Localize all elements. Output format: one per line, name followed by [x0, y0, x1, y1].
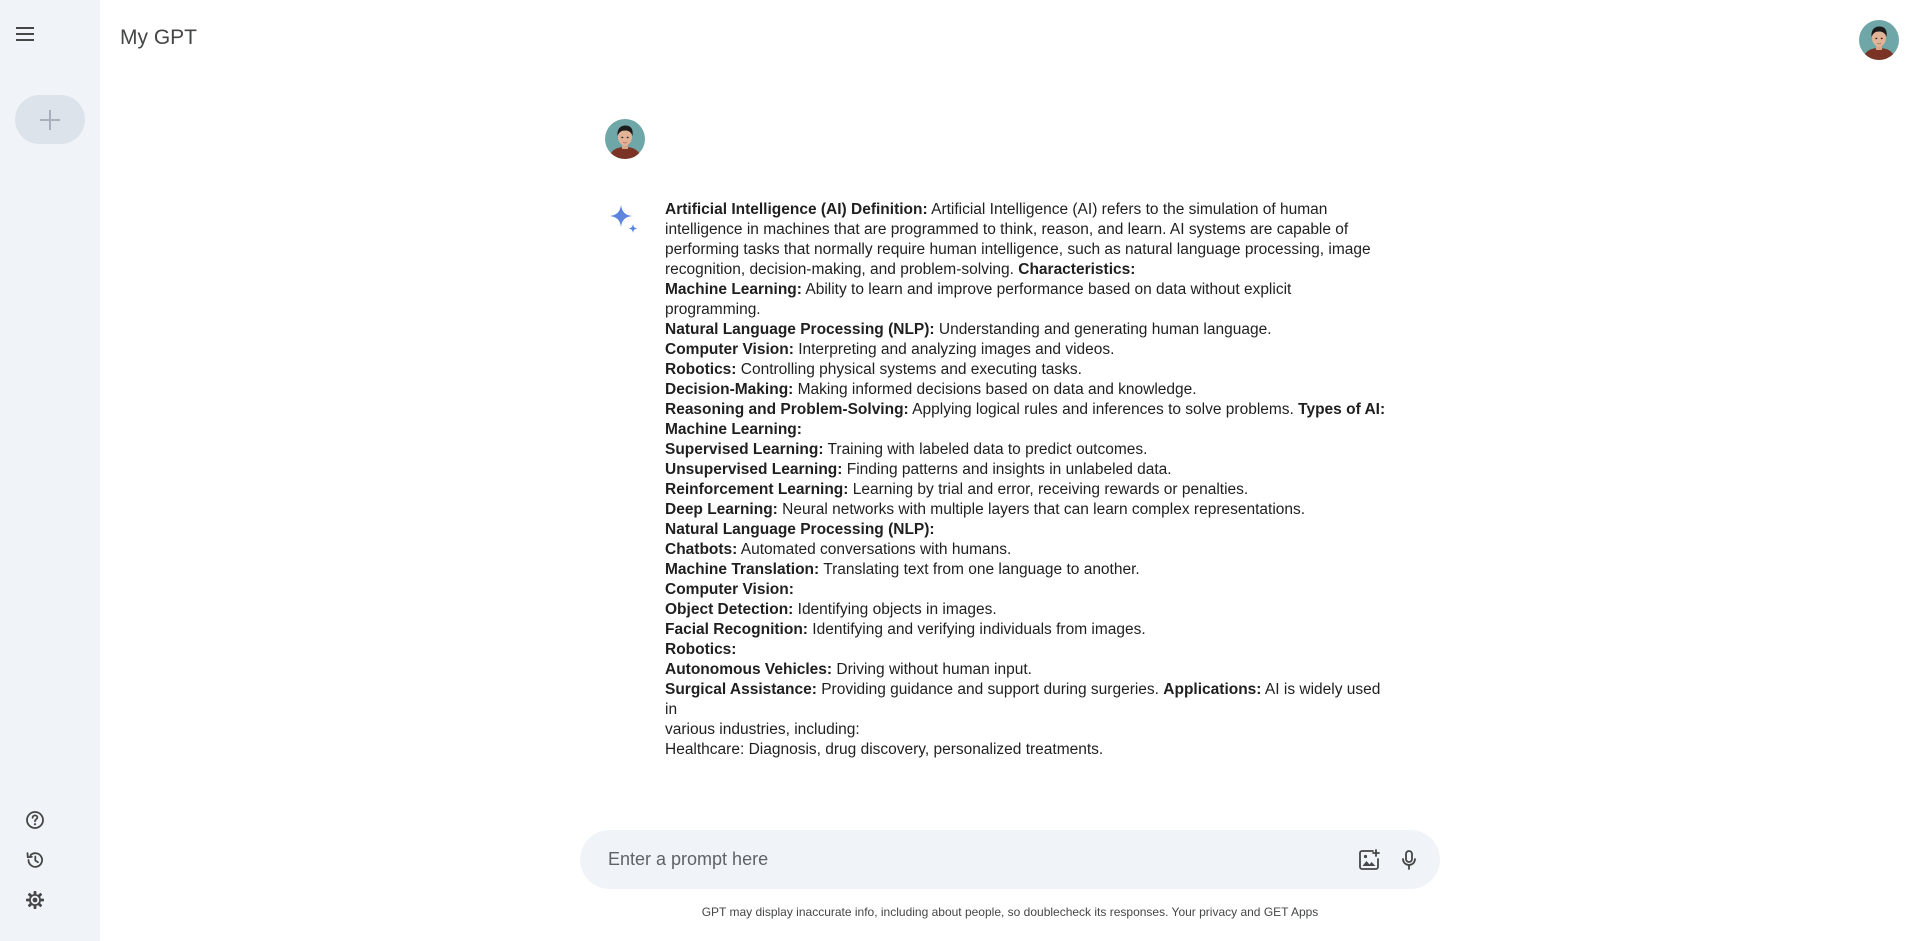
response-line: Machine Translation: Translating text fr… [665, 560, 1395, 580]
response-heading: Autonomous Vehicles: [665, 661, 833, 678]
response-heading: Unsupervised Learning: [665, 461, 843, 478]
response-heading: Computer Vision: [665, 341, 794, 358]
response-heading: Computer Vision: [665, 581, 794, 598]
response-text: Providing guidance and support during su… [816, 681, 1164, 698]
response-line: Facial Recognition: Identifying and veri… [665, 620, 1395, 640]
plus-icon [40, 109, 60, 130]
prompt-bar [580, 830, 1440, 889]
response-line: Natural Language Processing (NLP): Under… [665, 320, 1395, 340]
response-line: Machine Learning: Ability to learn and i… [665, 280, 1395, 300]
response-heading: Machine Translation: [665, 561, 820, 578]
response-text: Neural networks with multiple layers tha… [777, 501, 1306, 518]
response-text: Learning by trial and error, receiving r… [848, 481, 1249, 498]
response-text: Translating text from one language to an… [819, 561, 1140, 578]
response-line: intelligence in machines that are progra… [665, 220, 1395, 240]
response-text: Driving without human input. [832, 661, 1032, 678]
response-heading: Reasoning and Problem-Solving: [665, 401, 909, 418]
response-line: Reinforcement Learning: Learning by tria… [665, 480, 1395, 500]
response-line: performing tasks that normally require h… [665, 240, 1395, 260]
response-text: Controlling physical systems and executi… [736, 361, 1082, 378]
response-line: Object Detection: Identifying objects in… [665, 600, 1395, 620]
response-heading: Robotics: [665, 361, 737, 378]
response-text: Automated conversations with humans. [737, 541, 1012, 558]
app-root: My GPT Artificial Intelligence (AI) Defi… [0, 0, 1919, 941]
response-text: Finding patterns and insights in unlabel… [842, 461, 1172, 478]
response-line: Healthcare: Diagnosis, drug discovery, p… [665, 740, 1395, 760]
response-text: Applying logical rules and inferences to… [908, 401, 1299, 418]
response-text: intelligence in machines that are progra… [665, 221, 1349, 238]
response-line: programming. [665, 300, 1395, 320]
response-line: Autonomous Vehicles: Driving without hum… [665, 660, 1395, 680]
response-line: Computer Vision: Interpreting and analyz… [665, 340, 1395, 360]
response-line: Robotics: [665, 640, 1395, 660]
response-heading: Machine Learning: [665, 281, 802, 298]
response-heading: Chatbots: [665, 541, 738, 558]
response-heading: Decision-Making: [665, 381, 794, 398]
response-text: performing tasks that normally require h… [665, 241, 1371, 258]
response-text: Healthcare: Diagnosis, drug discovery, p… [665, 741, 1104, 758]
response-text: Training with labeled data to predict ou… [823, 441, 1148, 458]
user-avatar [605, 119, 645, 159]
response-line: various industries, including: [665, 720, 1395, 740]
settings-icon[interactable] [23, 888, 47, 912]
response-text: Making informed decisions based on data … [793, 381, 1197, 398]
response-line: Surgical Assistance: Providing guidance … [665, 680, 1395, 720]
response-text: Interpreting and analyzing images and vi… [793, 341, 1115, 358]
response-heading: Machine Learning: [665, 421, 802, 438]
response-heading: Facial Recognition: [665, 621, 808, 638]
response-text: programming. [665, 301, 761, 318]
response-heading: Applications: [1163, 681, 1262, 698]
new-chat-button[interactable] [15, 95, 85, 144]
response-heading: Deep Learning: [665, 501, 778, 518]
image-upload-icon[interactable] [1356, 847, 1382, 873]
response-line: Decision-Making: Making informed decisio… [665, 380, 1395, 400]
response-text: Identifying objects in images. [793, 601, 997, 618]
prompt-input[interactable] [608, 830, 1308, 889]
response-heading: Characteristics: [1018, 261, 1136, 278]
response-line: recognition, decision-making, and proble… [665, 260, 1395, 280]
response-text: recognition, decision-making, and proble… [665, 261, 1019, 278]
response-heading: Reinforcement Learning: [665, 481, 849, 498]
response-heading: Surgical Assistance: [665, 681, 817, 698]
response-heading: Types of AI: [1298, 401, 1386, 418]
disclaimer-text: GPT may display inaccurate info, includi… [701, 905, 1319, 919]
response-heading: Artificial Intelligence (AI) Definition: [665, 201, 928, 218]
response-text: various industries, including: [665, 721, 860, 738]
response-line: Chatbots: Automated conversations with h… [665, 540, 1395, 560]
response-heading: Supervised Learning: [665, 441, 824, 458]
response-line: Artificial Intelligence (AI) Definition:… [665, 200, 1395, 220]
response-line: Reasoning and Problem-Solving: Applying … [665, 400, 1395, 420]
activity-icon[interactable] [23, 848, 47, 872]
response-text: Artificial Intelligence (AI) refers to t… [927, 201, 1328, 218]
response-heading: Natural Language Processing (NLP): [665, 321, 935, 338]
sparkle-icon [609, 204, 641, 236]
help-icon[interactable] [23, 808, 47, 832]
response-line: Machine Learning: [665, 420, 1395, 440]
mic-icon[interactable] [1396, 847, 1422, 873]
response-text: Ability to learn and improve performance… [801, 281, 1292, 298]
response-line: Robotics: Controlling physical systems a… [665, 360, 1395, 380]
response-text: Identifying and verifying individuals fr… [807, 621, 1146, 638]
response-heading: Object Detection: [665, 601, 794, 618]
response-heading: Natural Language Processing (NLP): [665, 521, 935, 538]
response-line: Natural Language Processing (NLP): [665, 520, 1395, 540]
response-line: Computer Vision: [665, 580, 1395, 600]
response-line: Supervised Learning: Training with label… [665, 440, 1395, 460]
menu-icon[interactable] [13, 22, 37, 46]
response-heading: Robotics: [665, 641, 737, 658]
sidebar [0, 0, 100, 941]
response-text: Understanding and generating human langu… [934, 321, 1272, 338]
app-title: My GPT [120, 26, 197, 49]
ai-response: Artificial Intelligence (AI) Definition:… [665, 200, 1395, 760]
response-line: Deep Learning: Neural networks with mult… [665, 500, 1395, 520]
account-avatar[interactable] [1859, 20, 1899, 60]
response-line: Unsupervised Learning: Finding patterns … [665, 460, 1395, 480]
